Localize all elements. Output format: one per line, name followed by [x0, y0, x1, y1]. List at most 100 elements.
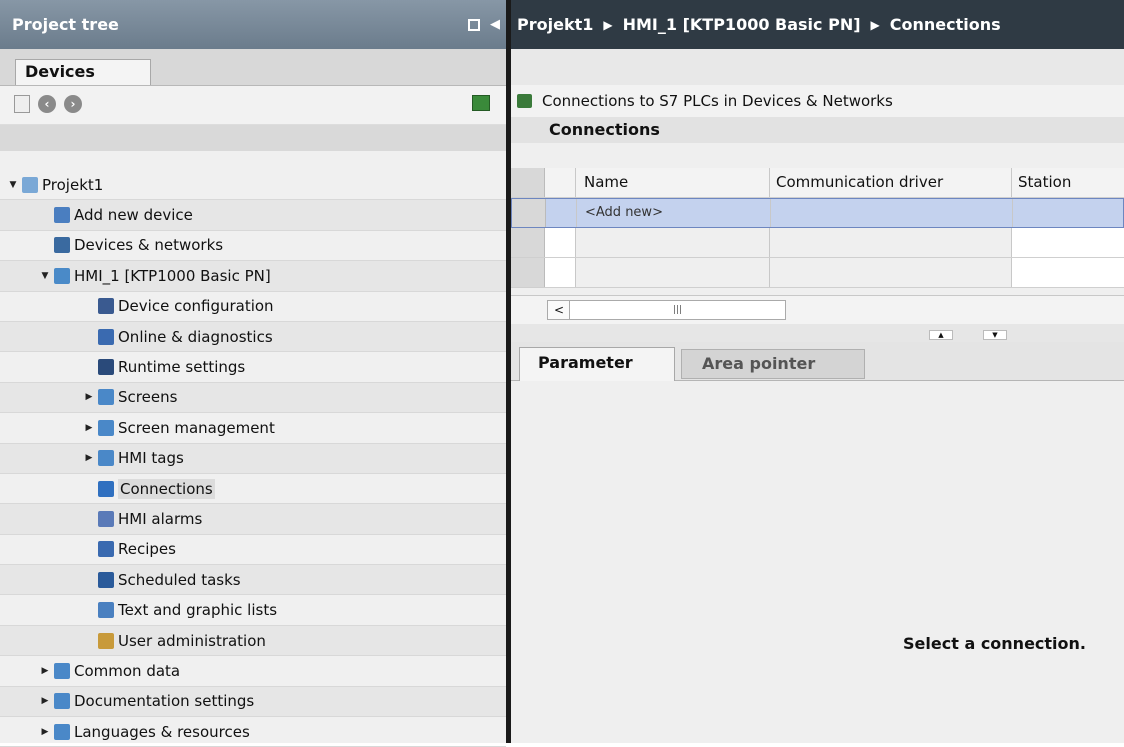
scrollbar-thumb[interactable]: |||: [569, 300, 786, 320]
tab-parameter[interactable]: Parameter: [519, 347, 675, 381]
collapsed-arrow-icon[interactable]: ▶: [84, 453, 94, 463]
tree-item[interactable]: Online & diagnostics: [0, 321, 506, 353]
tree-item-label[interactable]: HMI tags: [118, 449, 184, 467]
collapsed-arrow-icon[interactable]: ▶: [84, 423, 94, 433]
tree-item-label[interactable]: HMI alarms: [118, 510, 202, 528]
hmi-device-icon: [54, 267, 70, 284]
breadcrumb-item[interactable]: HMI_1 [KTP1000 Basic PN]: [623, 15, 861, 34]
connections-table: Name Communication driver Station <Add n…: [511, 168, 1124, 288]
project-icon: [22, 176, 38, 193]
breadcrumb-separator-icon: ▶: [603, 17, 613, 32]
tree-item[interactable]: Scheduled tasks: [0, 565, 506, 596]
diagnostics-icon: [98, 328, 114, 345]
tree-item[interactable]: Device configuration: [0, 292, 506, 322]
tree-item[interactable]: Devices & networks: [0, 231, 506, 262]
tree-item-label[interactable]: Add new device: [74, 206, 193, 224]
tree-item-label[interactable]: Text and graphic lists: [118, 601, 277, 619]
list-icon: [98, 602, 114, 619]
folder-icon: [98, 389, 114, 406]
tree-item[interactable]: Text and graphic lists: [0, 595, 506, 626]
tree-item-label[interactable]: Connections: [118, 478, 215, 499]
tree-item-label[interactable]: Recipes: [118, 540, 176, 558]
folder-icon: [54, 723, 70, 740]
collapsed-arrow-icon[interactable]: ▶: [40, 666, 50, 676]
tree-item-label[interactable]: Devices & networks: [74, 236, 223, 254]
folder-icon: [54, 693, 70, 710]
editor-toolbar: [511, 49, 1124, 85]
back-icon[interactable]: ‹: [38, 95, 56, 113]
connections-link-row[interactable]: Connections to S7 PLCs in Devices & Netw…: [511, 85, 1124, 117]
tree-item-label[interactable]: Runtime settings: [118, 358, 245, 376]
tree-item-label[interactable]: User administration: [118, 632, 266, 650]
collapsed-arrow-icon[interactable]: ▶: [84, 392, 94, 402]
tree-item-label[interactable]: Device configuration: [118, 297, 274, 315]
tree-item[interactable]: ▼ HMI_1 [KTP1000 Basic PN]: [0, 261, 506, 292]
new-item-icon[interactable]: [14, 95, 30, 113]
table-row[interactable]: [511, 228, 1124, 258]
tree-item-label[interactable]: HMI_1 [KTP1000 Basic PN]: [74, 267, 271, 285]
horizontal-scrollbar[interactable]: < |||: [511, 295, 1124, 324]
project-tree-toolbar: ‹ ›: [0, 86, 506, 125]
tree-item-label[interactable]: Projekt1: [42, 176, 103, 194]
tree-item[interactable]: ▶ Common data: [0, 656, 506, 687]
tree-item[interactable]: Recipes: [0, 535, 506, 566]
tab-area-pointer[interactable]: Area pointer: [681, 349, 865, 379]
tree-item-label[interactable]: Languages & resources: [74, 723, 250, 741]
editor-splitter[interactable]: ▲ ▼: [511, 324, 1124, 342]
project-tree-titlebar: Project tree ◀: [0, 0, 506, 49]
runtime-settings-icon: [98, 359, 114, 376]
tree-item[interactable]: ▶ Documentation settings: [0, 686, 506, 718]
project-tree-panel: Project tree ◀ Devices ‹ › ▼ Projekt1 Add …: [0, 0, 506, 747]
expanded-arrow-icon[interactable]: ▼: [8, 180, 18, 190]
splitter-up-icon[interactable]: ▲: [929, 330, 953, 340]
panel-layout-icon[interactable]: [468, 18, 480, 31]
add-device-icon: [54, 207, 70, 224]
column-header-station[interactable]: Station: [1012, 168, 1124, 197]
tree-item-label[interactable]: Documentation settings: [74, 692, 254, 710]
tree-item[interactable]: ▼ Projekt1: [0, 170, 506, 201]
column-header-communication-driver[interactable]: Communication driver: [770, 168, 1012, 197]
forward-icon[interactable]: ›: [64, 95, 82, 113]
splitter-down-icon[interactable]: ▼: [983, 330, 1007, 340]
tree-item-label[interactable]: Screen management: [118, 419, 275, 437]
tree-item[interactable]: Add new device: [0, 200, 506, 231]
table-view-icon[interactable]: [472, 95, 490, 111]
tree-item[interactable]: Connections: [0, 474, 506, 505]
tree-item[interactable]: ▶ Screens: [0, 382, 506, 414]
network-icon: [54, 237, 70, 254]
user-icon: [98, 632, 114, 649]
collapsed-arrow-icon[interactable]: ▶: [40, 696, 50, 706]
connections-icon: [98, 480, 114, 497]
tree-item-label[interactable]: Scheduled tasks: [118, 571, 241, 589]
breadcrumb-item[interactable]: Connections: [890, 15, 1001, 34]
network-link-icon: [517, 94, 532, 108]
tree-item[interactable]: User administration: [0, 625, 506, 657]
tree-item[interactable]: Runtime settings: [0, 352, 506, 383]
tab-devices[interactable]: Devices: [15, 59, 151, 85]
project-tree: ▼ Projekt1 Add new device Devices & network…: [0, 170, 506, 747]
table-row[interactable]: <Add new>: [511, 198, 1124, 228]
inspector-tabs: Parameter Area pointer: [511, 342, 1124, 381]
connections-link-text[interactable]: Connections to S7 PLCs in Devices & Netw…: [542, 92, 893, 110]
tree-item[interactable]: ▶ HMI tags: [0, 443, 506, 474]
tree-item[interactable]: HMI alarms: [0, 504, 506, 535]
tree-item[interactable]: ▶ Screen management: [0, 413, 506, 444]
tree-item-label[interactable]: Online & diagnostics: [118, 328, 273, 346]
tree-header-bar: [0, 125, 506, 151]
select-connection-message: Select a connection.: [903, 634, 1086, 653]
tree-item-label[interactable]: Common data: [74, 662, 180, 680]
collapsed-arrow-icon[interactable]: ▶: [40, 727, 50, 737]
table-row[interactable]: [511, 258, 1124, 288]
breadcrumb-item[interactable]: Projekt1: [517, 15, 593, 34]
folder-icon: [98, 450, 114, 467]
column-header-name[interactable]: Name: [576, 168, 770, 197]
expanded-arrow-icon[interactable]: ▼: [40, 271, 50, 281]
folder-icon: [98, 419, 114, 436]
add-new-cell[interactable]: <Add new>: [577, 199, 771, 227]
tree-item-label[interactable]: Screens: [118, 388, 177, 406]
table-header-row: Name Communication driver Station: [511, 168, 1124, 198]
collapse-arrow-icon[interactable]: ◀: [490, 17, 500, 32]
calendar-icon: [98, 571, 114, 588]
scroll-left-icon[interactable]: <: [547, 300, 571, 320]
project-tree-title: Project tree: [12, 15, 119, 34]
